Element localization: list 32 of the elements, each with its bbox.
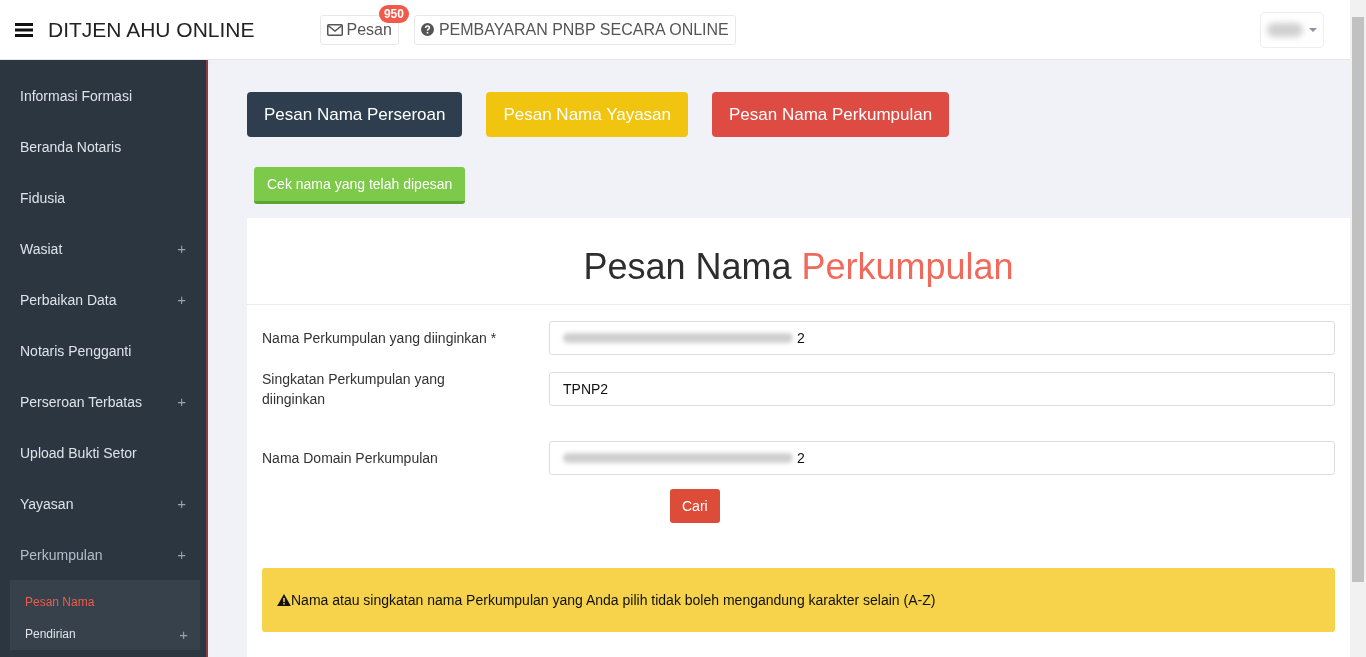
submenu-item[interactable]: Pendirian + [10, 618, 200, 650]
order-name-button[interactable]: Pesan Nama Perseroan [247, 92, 463, 137]
scrollbar[interactable] [1350, 0, 1366, 657]
message-count-badge: 950 [378, 4, 409, 23]
search-button[interactable]: Cari [670, 489, 720, 523]
field-label: Singkatan Perkumpulan yang diinginkan [262, 370, 446, 409]
sidebar-item[interactable]: Wasiat + [0, 223, 208, 274]
field-label: Nama Perkumpulan yang diinginkan * [262, 329, 498, 348]
input-field[interactable]: TPNP2 [549, 372, 1335, 406]
sidebar-item[interactable]: Beranda Notaris [0, 121, 208, 172]
alert-text: Nama atau singkatan nama Perkumpulan yang Anda pilih tidak boleh mengandung karakter selain (A-Z) [291, 592, 936, 608]
field-label: Nama Domain Perkumpulan [262, 449, 439, 468]
form-title: Pesan Nama Perkumpulan [247, 218, 1350, 305]
sidebar-item[interactable]: Informasi Formasi [0, 70, 208, 121]
payment-link[interactable]: PEMBAYARAN PNBP SECARA ONLINE [413, 14, 736, 45]
envelope-icon [326, 23, 343, 36]
sidebar-item[interactable]: Fidusia [0, 172, 208, 223]
sidebar-item[interactable]: Upload Bukti Setor [0, 427, 208, 478]
menu-icon[interactable] [15, 22, 33, 37]
input-field[interactable]: 2 [549, 441, 1335, 475]
sidebar-item[interactable]: Perseroan Terbatas + [0, 376, 208, 427]
sidebar-item[interactable]: Notaris Pengganti [0, 325, 208, 376]
order-name-button[interactable]: Pesan Nama Perkumpulan [712, 92, 950, 137]
caret-icon [1309, 27, 1317, 32]
sidebar-item[interactable]: Perbaikan Data + [0, 274, 208, 325]
user-menu-button[interactable] [1260, 11, 1324, 48]
sidebar-item[interactable]: Perkumpulan + [0, 529, 208, 580]
question-circle-icon [420, 23, 434, 36]
warning-icon [277, 594, 291, 606]
sidebar-item[interactable]: Yayasan + [0, 478, 208, 529]
site-title: DITJEN AHU ONLINE [48, 17, 255, 42]
input-field[interactable]: 2 [549, 321, 1335, 355]
